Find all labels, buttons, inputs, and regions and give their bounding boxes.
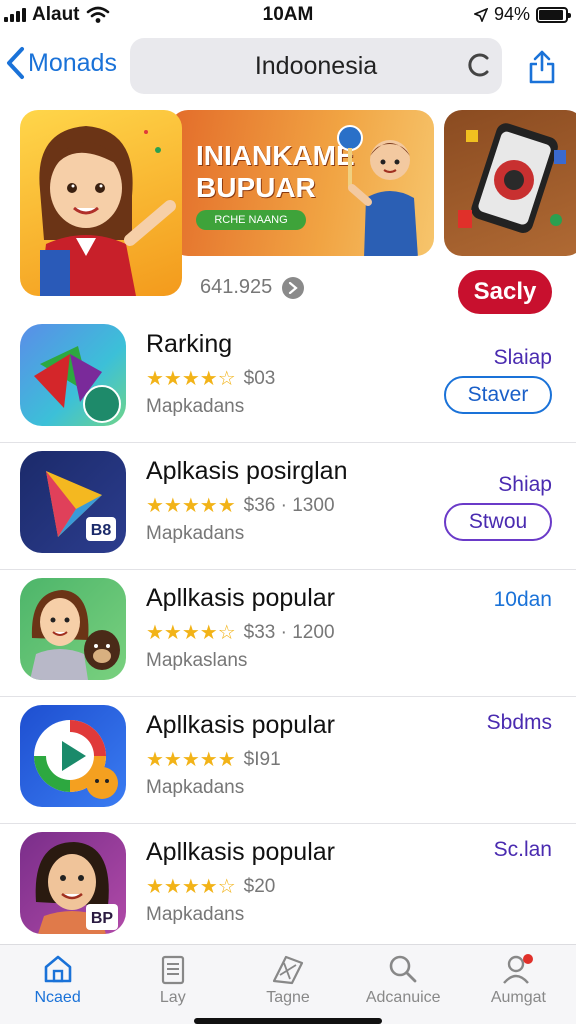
star-rating: ★★★★★: [146, 749, 236, 771]
account-icon: [503, 954, 534, 984]
tab-list[interactable]: Lay: [115, 945, 230, 1024]
app-rating: ★★★★☆ $03: [146, 366, 275, 391]
battery-percent: 94%: [493, 4, 530, 24]
search-text: Indoonesia: [254, 51, 378, 80]
star-rating: ★★★★☆: [146, 368, 236, 390]
app-subtitle: Mapkadans: [146, 777, 245, 798]
woman-avatar-icon: BP: [35, 842, 118, 934]
app-price: $33 · 1200: [243, 621, 335, 643]
app-icon: BP: [20, 832, 126, 934]
app-subtitle: Mapkadans: [146, 396, 245, 417]
app-badge: B8: [91, 522, 112, 539]
geometric-logo-icon: [34, 346, 121, 423]
app-icon: [20, 324, 126, 426]
tab-account[interactable]: Aumgat: [461, 945, 576, 1024]
app-rating: ★★★★★ $I91: [146, 747, 281, 772]
app-action-link[interactable]: 10dan: [494, 588, 552, 612]
app-title: Apllkasis popular: [146, 711, 335, 739]
app-action-link[interactable]: Sc.lan: [494, 838, 552, 862]
app-action-link[interactable]: Sbdms: [487, 711, 552, 735]
app-icon: [20, 578, 126, 680]
chevron-left-icon: [7, 47, 24, 79]
home-indicator[interactable]: [194, 1018, 382, 1024]
app-price: $36 · 1300: [243, 494, 335, 516]
app-rating: ★★★★☆ $20: [146, 874, 275, 899]
list-item[interactable]: Rarking ★★★★☆ $03 Mapkadans Slaiap Stave…: [0, 316, 576, 443]
featured-carousel: INIANKAME BUPUAR RCHE NAANG 641.925 Sacl…: [0, 108, 576, 314]
phone-game-illustration: [458, 123, 566, 233]
arrow-logo-icon: B8: [46, 471, 116, 541]
featured-banner-card[interactable]: INIANKAME BUPUAR RCHE NAANG: [170, 110, 434, 256]
battery-icon: [536, 6, 571, 23]
app-action-link[interactable]: Shiap: [498, 473, 552, 497]
sale-button[interactable]: Sacly: [458, 270, 552, 314]
app-title: Apllkasis popular: [146, 838, 335, 866]
back-label: Monads: [28, 48, 117, 77]
tab-bar: Ncaed Lay Tagne Adcanuice Aumgat: [0, 944, 576, 1024]
status-right: 94%: [473, 4, 571, 25]
tab-label: Tagne: [266, 989, 310, 1006]
app-rating: ★★★★★ $36 · 1300: [146, 493, 335, 518]
app-get-button[interactable]: Stwou: [444, 503, 552, 541]
app-price: $03: [243, 367, 276, 389]
app-subtitle: Mapkadans: [146, 904, 245, 925]
tab-label: Lay: [159, 989, 186, 1006]
games-icon: [272, 955, 304, 985]
app-action-link[interactable]: Slaiap: [494, 346, 552, 370]
tab-label: Adcanuice: [365, 989, 441, 1006]
star-rating: ★★★★☆: [146, 876, 236, 898]
app-price: $I91: [243, 748, 281, 770]
list-item[interactable]: BP Apllkasis popular ★★★★☆ $20 Mapkadans…: [0, 824, 576, 951]
play-icon[interactable]: [282, 276, 305, 299]
share-icon: [529, 50, 555, 84]
star-rating: ★★★★★: [146, 495, 236, 517]
app-get-button[interactable]: Staver: [444, 376, 552, 414]
search-icon: [389, 955, 417, 983]
banner-button[interactable]: RCHE NAANG: [196, 210, 306, 230]
woman-dog-avatar-icon: [30, 590, 120, 680]
list-icon: [161, 955, 184, 985]
share-button[interactable]: [528, 50, 556, 89]
home-icon: [44, 955, 71, 983]
featured-meta: 641.925: [200, 276, 305, 299]
list-item[interactable]: Apllkasis popular ★★★★☆ $33 · 1200 Mapka…: [0, 570, 576, 697]
app-list: Rarking ★★★★☆ $03 Mapkadans Slaiap Stave…: [0, 316, 576, 951]
back-button[interactable]: Monads: [4, 46, 117, 80]
list-item[interactable]: Apllkasis popular ★★★★★ $I91 Mapkadans S…: [0, 697, 576, 824]
cartoon-woman-illustration: [39, 126, 176, 296]
star-rating: ★★★★☆: [146, 622, 236, 644]
featured-game-card[interactable]: [444, 110, 576, 256]
tab-label: Ncaed: [34, 989, 81, 1006]
app-title: Rarking: [146, 330, 233, 358]
tab-home[interactable]: Ncaed: [0, 945, 115, 1024]
app-rating: ★★★★☆ $33 · 1200: [146, 620, 335, 645]
nav-bar: Monads Indoonesia: [0, 38, 576, 94]
app-subtitle: Mapkadans: [146, 523, 245, 544]
cartoon-boy-illustration: [337, 125, 418, 256]
tab-label: Aumgat: [490, 989, 546, 1006]
refresh-icon[interactable]: [466, 51, 492, 79]
app-icon: [20, 705, 126, 807]
featured-count: 641.925: [200, 276, 273, 298]
tab-games[interactable]: Tagne: [230, 945, 345, 1024]
tab-search[interactable]: Adcanuice: [346, 945, 461, 1024]
app-subtitle: Mapkaslans: [146, 650, 248, 671]
list-item[interactable]: B8 Aplkasis posirglan ★★★★★ $36 · 1300 M…: [0, 443, 576, 570]
location-icon: [473, 7, 488, 22]
app-title: Apllkasis popular: [146, 584, 335, 612]
featured-app-icon-large[interactable]: [20, 110, 182, 296]
app-badge: BP: [91, 910, 114, 927]
status-bar: Alaut 10AM 94%: [0, 0, 576, 30]
app-title: Aplkasis posirglan: [146, 457, 348, 485]
app-price: $20: [243, 875, 276, 897]
play-logo-icon: [34, 720, 118, 799]
app-icon: B8: [20, 451, 126, 553]
search-field[interactable]: Indoonesia: [130, 38, 502, 94]
